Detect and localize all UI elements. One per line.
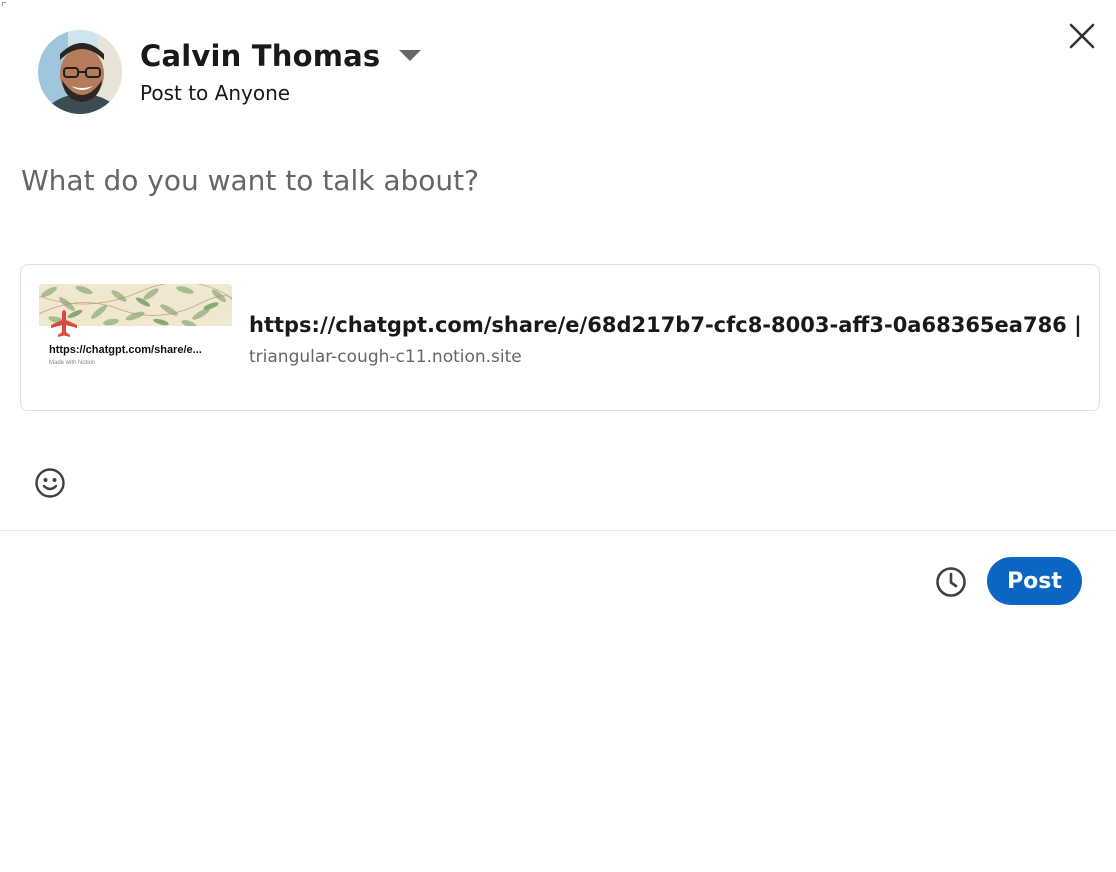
emoji-button[interactable] [30, 463, 70, 503]
footer-divider [0, 530, 1116, 531]
author-name: Calvin Thomas [140, 39, 381, 73]
smiley-icon [35, 468, 65, 498]
thumbnail-title: https://chatgpt.com/share/e... [49, 344, 202, 356]
close-icon [1069, 23, 1095, 49]
avatar-photo [38, 30, 122, 114]
post-button[interactable]: Post [987, 557, 1082, 605]
share-post-dialog: Calvin Thomas Post to Anyone What do you… [0, 0, 1116, 872]
window-corner [2, 2, 6, 6]
clock-icon [936, 567, 966, 597]
link-domain: triangular-cough-c11.notion.site [249, 347, 522, 367]
post-header: Calvin Thomas Post to Anyone [38, 30, 422, 114]
link-thumbnail: https://chatgpt.com/share/e... Made with… [39, 284, 232, 392]
thumbnail-subtitle: Made with Notion [49, 360, 96, 366]
post-visibility[interactable]: Post to Anyone [140, 81, 422, 105]
link-preview-card[interactable]: https://chatgpt.com/share/e... Made with… [20, 264, 1100, 411]
author-identity: Calvin Thomas Post to Anyone [140, 39, 422, 105]
post-text-input[interactable] [21, 158, 1091, 202]
schedule-post-button[interactable] [930, 561, 972, 603]
author-switcher[interactable]: Calvin Thomas [140, 39, 422, 73]
link-title: https://chatgpt.com/share/e/68d217b7-cfc… [249, 313, 1089, 337]
caret-down-icon [398, 44, 422, 68]
avatar [38, 30, 122, 114]
close-button[interactable] [1062, 16, 1102, 56]
airplane-icon [49, 308, 79, 338]
